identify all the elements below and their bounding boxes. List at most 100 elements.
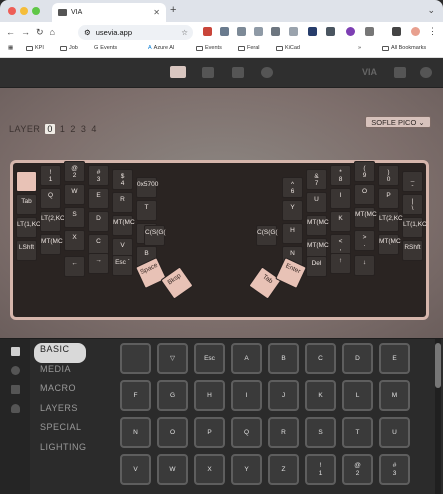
- keycode-button[interactable]: P: [194, 417, 225, 448]
- extension-icon[interactable]: [346, 27, 355, 36]
- keyboard-key[interactable]: Bksp: [160, 266, 194, 300]
- bookmark-events-folder[interactable]: Events: [196, 45, 222, 51]
- apps-grid-icon[interactable]: ▦: [8, 45, 13, 51]
- keyboard-key[interactable]: [16, 171, 37, 192]
- keyboard-key[interactable]: R: [112, 192, 133, 213]
- keyboard-key[interactable]: ←: [64, 256, 85, 277]
- keycode-button[interactable]: E: [379, 343, 410, 374]
- keycode-button[interactable]: R: [268, 417, 299, 448]
- reload-icon[interactable]: ↻: [36, 27, 44, 38]
- keyboard-key[interactable]: # 3: [88, 165, 109, 186]
- keyboard-key[interactable]: LT(2,KC: [378, 211, 403, 232]
- keyboard-key[interactable]: & 7: [306, 169, 327, 190]
- layer-2-button[interactable]: 2: [70, 124, 76, 134]
- extension-icon[interactable]: [308, 27, 317, 36]
- new-tab-button[interactable]: +: [170, 4, 176, 16]
- key-tester-icon[interactable]: [202, 67, 214, 78]
- extension-icon[interactable]: [254, 27, 263, 36]
- keyboard-key[interactable]: →: [88, 253, 109, 274]
- keycode-button[interactable]: Q: [231, 417, 262, 448]
- keyboard-key[interactable]: ( 9: [354, 161, 375, 182]
- extension-icon[interactable]: [271, 27, 280, 36]
- keycode-button[interactable]: T: [342, 417, 373, 448]
- keyboard-key[interactable]: < ,: [330, 234, 351, 255]
- keyboard-key[interactable]: Del: [306, 256, 327, 277]
- keycode-button[interactable]: H: [194, 380, 225, 411]
- keyboard-key[interactable]: Tab: [16, 194, 37, 215]
- keycode-button[interactable]: W: [157, 454, 188, 485]
- close-window-icon[interactable]: [8, 7, 16, 15]
- keycode-button[interactable]: G: [157, 380, 188, 411]
- home-icon[interactable]: ⌂: [50, 27, 55, 37]
- extension-icon[interactable]: [289, 27, 298, 36]
- keyboard-key[interactable]: * 8: [330, 165, 351, 186]
- bookmark-star-icon[interactable]: ☆: [181, 28, 188, 37]
- keycode-button[interactable]: L: [342, 380, 373, 411]
- keycode-button[interactable]: @ 2: [342, 454, 373, 485]
- keycode-button[interactable]: S: [305, 417, 336, 448]
- keycode-button[interactable]: J: [268, 380, 299, 411]
- keyboard-key[interactable]: C(S(G(: [144, 225, 166, 246]
- keyboard-key[interactable]: P: [378, 188, 399, 209]
- keyboard-select-dropdown[interactable]: SOFLE PICO ⌄: [365, 116, 431, 128]
- keycode-button[interactable]: ! 1: [305, 454, 336, 485]
- layer-3-button[interactable]: 3: [81, 124, 87, 134]
- bookmark-events[interactable]: G Events: [94, 45, 117, 51]
- back-icon[interactable]: ←: [6, 27, 15, 37]
- keycode-button[interactable]: F: [120, 380, 151, 411]
- layer-0-button[interactable]: 0: [45, 124, 55, 134]
- bookmark-all-bookmarks[interactable]: All Bookmarks: [382, 45, 426, 51]
- keyboard-key[interactable]: D: [88, 211, 109, 232]
- keyboard-key[interactable]: ↓: [354, 255, 375, 276]
- keyboard-key[interactable]: O: [354, 184, 375, 205]
- extension-icon[interactable]: [203, 27, 212, 36]
- keycode-button[interactable]: C: [305, 343, 336, 374]
- keycode-button[interactable]: [120, 343, 151, 374]
- keyboard-key[interactable]: C(S(G(: [256, 225, 278, 246]
- keycode-button[interactable]: A: [231, 343, 262, 374]
- keyboard-key[interactable]: I: [330, 188, 351, 209]
- bookmark-job[interactable]: Job: [60, 45, 78, 51]
- keycode-button[interactable]: X: [194, 454, 225, 485]
- menu-item-lighting[interactable]: LIGHTING: [34, 441, 87, 461]
- keyboard-key[interactable]: LShft: [16, 240, 37, 261]
- keycode-button[interactable]: B: [268, 343, 299, 374]
- menu-item-media[interactable]: MEDIA: [34, 363, 87, 383]
- github-icon[interactable]: [420, 67, 432, 78]
- keyboard-key[interactable]: | \: [402, 194, 423, 215]
- keymap-icon[interactable]: [11, 347, 20, 356]
- keycode-button[interactable]: # 3: [379, 454, 410, 485]
- keyboard-key[interactable]: $ 4: [112, 169, 133, 190]
- bookmark-kicad[interactable]: KiCad: [276, 45, 300, 51]
- keyboard-key[interactable]: C: [88, 234, 109, 255]
- keycode-button[interactable]: N: [120, 417, 151, 448]
- lightbulb-icon[interactable]: [11, 404, 20, 413]
- keyboard-key[interactable]: 0x5700: [136, 177, 158, 198]
- keyboard-key[interactable]: W: [64, 184, 85, 205]
- discord-icon[interactable]: [394, 67, 406, 78]
- maximize-window-icon[interactable]: [32, 7, 40, 15]
- minimize-window-icon[interactable]: [20, 7, 28, 15]
- keyboard-key[interactable]: > .: [354, 230, 375, 251]
- extension-icon[interactable]: [326, 27, 335, 36]
- keycode-button[interactable]: K: [305, 380, 336, 411]
- forward-icon[interactable]: →: [21, 27, 30, 37]
- design-icon[interactable]: [232, 67, 244, 78]
- keyboard-key[interactable]: MT(MC: [378, 234, 401, 255]
- bookmark-feral[interactable]: Feral: [238, 45, 260, 51]
- keyboard-key[interactable]: @ 2: [64, 161, 85, 182]
- site-info-icon[interactable]: ⚙: [84, 28, 91, 37]
- browser-menu-icon[interactable]: ⋮: [428, 27, 437, 36]
- close-tab-icon[interactable]: ✕: [153, 8, 160, 17]
- keyboard-key[interactable]: H: [282, 223, 303, 244]
- keyboard-key[interactable]: _ -: [402, 171, 423, 192]
- keyboard-key[interactable]: ) 0: [378, 165, 399, 186]
- save-load-icon[interactable]: [11, 385, 20, 394]
- keyboard-key[interactable]: ^ 6: [282, 177, 303, 198]
- keyboard-key[interactable]: Q: [40, 188, 61, 209]
- keycode-button[interactable]: V: [120, 454, 151, 485]
- bookmarks-overflow-icon[interactable]: »: [358, 45, 361, 51]
- menu-item-basic[interactable]: BASIC: [34, 343, 86, 363]
- keyboard-key[interactable]: MT(MC: [40, 234, 63, 255]
- keyboard-key[interactable]: Esc `: [112, 255, 133, 276]
